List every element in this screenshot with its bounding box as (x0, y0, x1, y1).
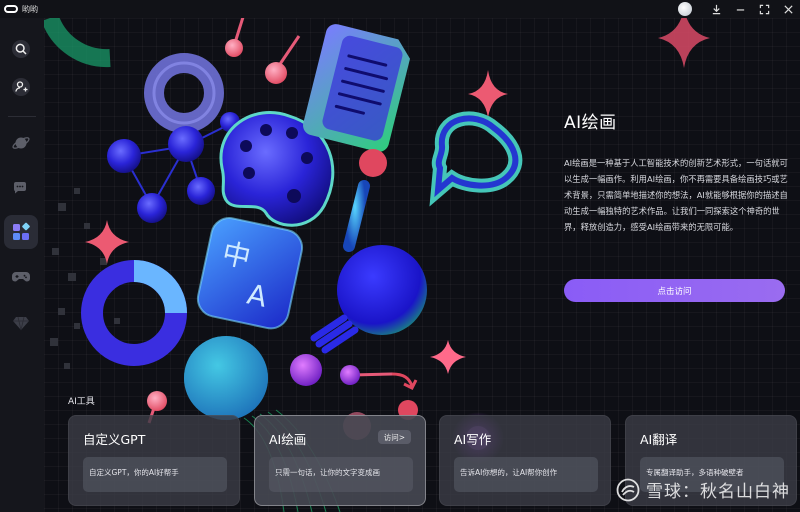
feature-description: AI绘画是一种基于人工智能技术的创新艺术形式，一句话就可以生成一幅画作。利用AI… (564, 158, 788, 232)
title-bar: 哟哟 (0, 0, 800, 18)
sidebar-item-games[interactable] (4, 260, 38, 294)
window-controls (678, 0, 800, 18)
card-description: 告诉AI你想的，让AI帮你创作 (454, 457, 598, 492)
gem-icon (13, 316, 29, 331)
minimize-icon (736, 8, 744, 11)
main-content: 中 A AI绘画 AI绘画是一种基于人工智能技术的创新艺术形式，一句话就可以生成… (44, 18, 800, 512)
app-name: 哟哟 (22, 4, 38, 14)
app-logo-icon (4, 5, 18, 13)
apps-icon (13, 222, 30, 240)
user-avatar[interactable] (678, 2, 692, 16)
sidebar (0, 18, 44, 512)
card-visit-button[interactable]: 访问> (377, 430, 411, 444)
card-title: AI翻译 (640, 432, 678, 447)
search-icon (12, 40, 30, 58)
download-icon (712, 4, 720, 14)
chat-icon (13, 182, 26, 194)
download-button[interactable] (704, 0, 728, 18)
sidebar-item-apps[interactable] (4, 215, 38, 249)
planet-icon (12, 137, 30, 149)
tool-card-ai-writing[interactable]: AI写作 告诉AI你想的，让AI帮你创作 (439, 415, 611, 506)
watermark: 雪球：秋名山白神 (616, 477, 790, 502)
sidebar-item-planet[interactable] (4, 126, 38, 160)
sidebar-search[interactable] (4, 32, 38, 66)
sidebar-item-chat[interactable] (4, 170, 38, 204)
section-label-ai-tools: AI工具 (68, 397, 95, 407)
card-title: 自定义GPT (83, 432, 146, 447)
card-description: 自定义GPT，你的AI好帮手 (83, 457, 227, 492)
fullscreen-button[interactable] (752, 0, 776, 18)
snowball-logo-icon (616, 478, 640, 501)
tool-card-ai-drawing[interactable]: AI绘画 访问> 只需一句话，让你的文字变成画 (254, 415, 426, 506)
fullscreen-icon (759, 4, 769, 14)
close-icon (783, 4, 793, 14)
sidebar-item-gem[interactable] (4, 306, 38, 340)
add-user-icon (12, 78, 30, 96)
watermark-text: 雪球：秋名山白神 (646, 482, 790, 502)
sidebar-add-user[interactable] (4, 70, 38, 104)
feature-title: AI绘画 (564, 113, 617, 133)
tool-card-custom-gpt[interactable]: 自定义GPT 自定义GPT，你的AI好帮手 (68, 415, 240, 506)
minimize-button[interactable] (728, 0, 752, 18)
close-button[interactable] (776, 0, 800, 18)
sidebar-divider (8, 116, 36, 117)
visit-button[interactable]: 点击访问 (564, 279, 785, 302)
gamepad-icon (12, 272, 30, 282)
card-title: AI绘画 (269, 432, 307, 447)
card-title: AI写作 (454, 432, 492, 447)
card-description: 只需一句话，让你的文字变成画 (269, 457, 413, 492)
